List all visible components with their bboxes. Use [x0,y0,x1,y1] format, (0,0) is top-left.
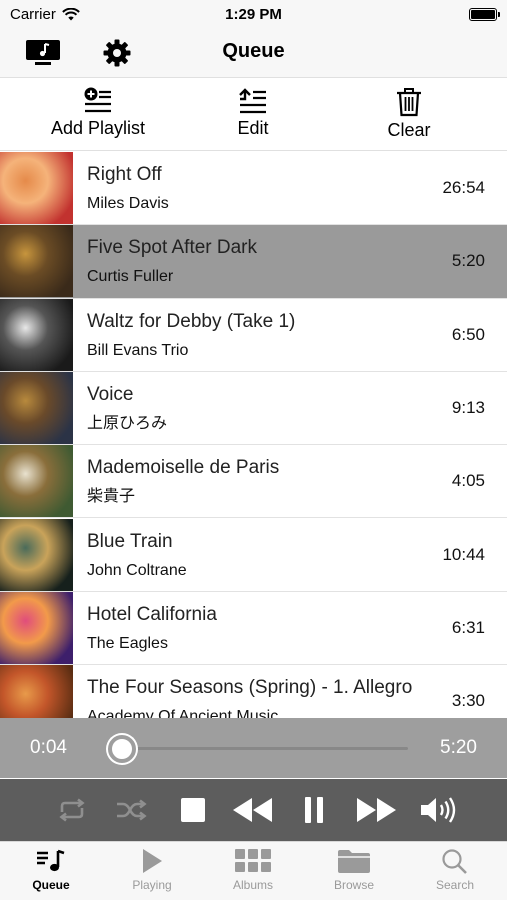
tab-playing[interactable]: Playing [112,848,192,892]
tab-browse[interactable]: Browse [314,848,394,892]
track-duration: 6:50 [451,324,485,344]
album-art [0,591,73,664]
album-art [0,445,73,518]
tab-queue-label: Queue [32,878,70,892]
edit-button[interactable]: Edit [188,87,318,139]
album-art [0,225,73,298]
edit-list-icon [239,88,266,114]
status-bar: Carrier 1:29 PM [0,0,507,28]
track-duration: 10:44 [442,544,485,564]
trash-icon [397,88,421,117]
tab-bar: Queue Playing Albums Browse Search [0,841,507,900]
volume-icon[interactable] [418,793,458,827]
wifi-icon [62,7,80,20]
queue-row[interactable]: Hotel California The Eagles 6:31 [0,591,507,666]
track-artist: 柴貴子 [87,488,136,506]
tab-albums[interactable]: Albums [213,848,293,892]
repeat-icon[interactable] [55,793,89,827]
total-time: 5:20 [440,737,477,758]
track-duration: 3:30 [451,691,485,711]
queue-row[interactable]: Five Spot After Dark Curtis Fuller 5:20 [0,225,507,299]
row-text: Five Spot After Dark Curtis Fuller [73,234,417,288]
status-left: Carrier [10,6,80,23]
row-text: The Four Seasons (Spring) - 1. Allegro Ac… [73,674,417,718]
scrubber-knob[interactable] [107,735,136,763]
queue-row[interactable]: Blue Train John Coltrane 10:44 [0,518,507,592]
play-icon [143,849,162,873]
clear-label: Clear [387,120,431,140]
tab-search[interactable]: Search [415,848,495,892]
row-text: Mademoiselle de Paris 柴貴子 [73,454,417,508]
track-artist: Bill Evans Trio [87,341,189,359]
queue-music-icon [37,849,65,872]
track-title: Waltz for Debby (Take 1) [87,310,296,332]
grid-icon [235,849,271,872]
elapsed-time: 0:04 [30,737,67,758]
shuffle-icon[interactable] [114,793,148,827]
clear-button[interactable]: Clear [344,87,474,141]
queue-row[interactable]: Right Off Miles Davis 26:54 [0,152,507,226]
progress-panel: 0:04 5:20 [0,718,507,778]
queue-row[interactable]: Waltz for Debby (Take 1) Bill Evans Trio 6… [0,298,507,372]
player-controls [0,779,507,841]
carrier-label: Carrier [10,5,56,23]
nav-bar: Queue [0,28,507,78]
tab-queue[interactable]: Queue [11,848,91,892]
queue-row[interactable]: The Four Seasons (Spring) - 1. Allegro Ac… [0,665,507,718]
row-text: Hotel California The Eagles [73,601,417,655]
add-playlist-button[interactable]: Add Playlist [33,87,163,139]
track-title: Mademoiselle de Paris [87,457,280,479]
stop-icon[interactable] [179,793,207,827]
track-title: Voice [87,384,134,406]
tab-browse-label: Browse [333,878,374,892]
queue-row[interactable]: Mademoiselle de Paris 柴貴子 4:05 [0,445,507,519]
tab-playing-label: Playing [132,878,172,892]
queue-row[interactable]: Voice 上原ひろみ 9:13 [0,371,507,446]
row-text: Waltz for Debby (Take 1) Bill Evans Trio [73,308,417,362]
edit-label: Edit [237,118,269,138]
album-art [0,665,73,718]
row-text: Blue Train John Coltrane [73,528,417,582]
track-duration: 9:13 [451,398,485,418]
pause-icon[interactable] [300,793,328,827]
fast-forward-icon[interactable] [355,793,399,827]
toolbar: Add Playlist Edit Clear [0,79,507,151]
page-title: Queue [222,40,285,62]
track-duration: 26:54 [442,178,485,198]
search-icon [442,849,467,874]
row-text: Voice 上原ひろみ [73,381,417,435]
track-duration: 4:05 [451,471,485,491]
queue-list: Right Off Miles Davis 26:54 Five Spot After… [0,152,507,718]
track-title: Right Off [87,164,162,186]
track-title: The Four Seasons (Spring) - 1. Allegro [87,677,413,699]
track-artist: Miles Davis [87,195,169,213]
track-artist: Curtis Fuller [87,268,174,286]
row-text: Right Off Miles Davis [73,161,417,215]
album-art [0,152,73,225]
add-playlist-icon [84,87,111,113]
album-art [0,372,73,445]
track-artist: Academy Of Ancient Music [87,708,279,718]
track-duration: 5:20 [451,251,485,271]
track-artist: 上原ひろみ [87,415,168,433]
track-duration: 6:31 [451,617,485,637]
tab-albums-label: Albums [232,878,273,892]
album-art [0,518,73,591]
track-title: Hotel California [87,603,217,625]
tab-search-label: Search [435,878,475,892]
folder-icon [338,850,370,873]
rewind-icon[interactable] [230,793,274,827]
track-title: Blue Train [87,530,173,552]
battery-icon [469,7,500,21]
track-artist: John Coltrane [87,561,187,579]
add-playlist-label: Add Playlist [50,118,146,138]
album-art [0,298,73,371]
progress-track[interactable] [118,747,408,750]
track-artist: The Eagles [87,634,168,652]
track-title: Five Spot After Dark [87,237,258,259]
